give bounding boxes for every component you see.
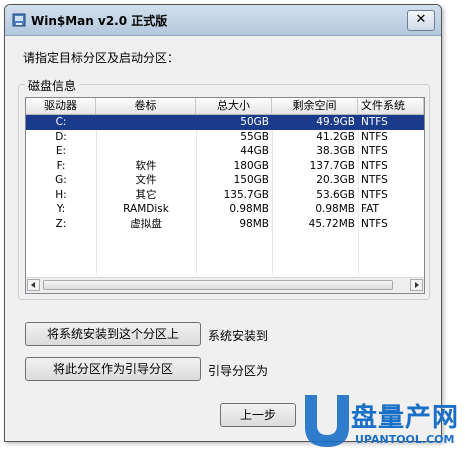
cell-filesystem: NTFS: [361, 188, 388, 201]
cell-drive: G:: [55, 174, 67, 186]
scroll-left-button[interactable]: [27, 279, 40, 291]
main-window: Win$Man v2.0 正式版 ✕ 请指定目标分区及启动分区： 磁盘信息 驱动…: [4, 4, 442, 442]
cell-filesystem: FAT: [361, 203, 379, 215]
cell-filesystem: NTFS: [361, 130, 388, 143]
cell-label: RAMDisk: [123, 203, 169, 215]
cell-total: 44GB: [240, 145, 269, 157]
cell-total: 0.98MB: [229, 203, 269, 215]
column-header-label[interactable]: 卷标: [96, 98, 196, 114]
table-row[interactable]: D: 55GB 41.2GB NTFS: [26, 130, 424, 145]
watermark-brand: 盘量产网: [351, 403, 460, 433]
cell-filesystem: NTFS: [361, 174, 388, 186]
scroll-thumb[interactable]: [43, 280, 393, 290]
title-bar[interactable]: Win$Man v2.0 正式版 ✕: [5, 5, 441, 36]
cell-label: [96, 130, 196, 145]
table-row[interactable]: C: 50GB 49.9GB NTFS: [26, 115, 424, 130]
instruction-text: 请指定目标分区及启动分区：: [23, 51, 180, 65]
column-header-free[interactable]: 剩余空间: [272, 98, 358, 114]
arrow-right-icon: [415, 282, 419, 288]
list-rows: C: 50GB 49.9GB NTFS D: 55GB 41.2GB NTFS …: [26, 115, 424, 231]
cell-label: 文件: [135, 174, 157, 186]
cell-free: 41.2GB: [316, 130, 355, 143]
horizontal-scrollbar[interactable]: [26, 277, 424, 293]
app-icon: [12, 13, 26, 27]
table-row[interactable]: Y: RAMDisk 0.98MB 0.98MB FAT: [26, 202, 424, 217]
cell-free: 137.7GB: [309, 159, 355, 172]
install-target-label: 系统安装到: [208, 329, 269, 343]
cell-drive: Z:: [55, 217, 67, 230]
close-button[interactable]: ✕: [407, 10, 435, 31]
cell-drive: Y:: [56, 203, 66, 215]
arrow-left-icon: [31, 282, 35, 288]
cell-label: 虚拟盘: [130, 217, 162, 230]
cell-total: 98MB: [239, 217, 269, 230]
scroll-right-button[interactable]: [410, 279, 423, 291]
cell-total: 55GB: [240, 130, 269, 143]
cell-filesystem: NTFS: [361, 159, 388, 172]
cell-label: 其它: [135, 188, 157, 201]
cell-drive: F:: [56, 159, 66, 172]
set-boot-partition-button[interactable]: 将此分区作为引导分区: [25, 357, 201, 381]
cell-total: 50GB: [240, 116, 269, 128]
back-button[interactable]: 上一步: [220, 403, 296, 427]
cell-free: 20.3GB: [316, 174, 355, 186]
cell-filesystem: NTFS: [361, 145, 388, 157]
partition-list[interactable]: 驱动器 卷标 总大小 剩余空间 文件系统 C: 50GB 49.9GB NTFS: [25, 97, 425, 294]
table-row[interactable]: F: 软件 180GB 137.7GB NTFS: [26, 159, 424, 174]
cell-drive: C:: [55, 116, 67, 128]
cell-free: 38.3GB: [316, 145, 355, 157]
cell-label: 软件: [135, 159, 157, 172]
table-row[interactable]: G: 文件 150GB 20.3GB NTFS: [26, 173, 424, 188]
install-to-partition-button[interactable]: 将系统安装到这个分区上: [25, 322, 201, 346]
boot-target-label: 引导分区为: [208, 364, 269, 378]
cell-filesystem: NTFS: [361, 217, 388, 230]
cell-label: [96, 144, 196, 159]
table-row[interactable]: H: 其它 135.7GB 53.6GB NTFS: [26, 188, 424, 203]
watermark-url: UPANTOOL.COM: [355, 433, 455, 446]
cell-total: 135.7GB: [223, 188, 269, 201]
dialog-body: 请指定目标分区及启动分区： 磁盘信息 驱动器 卷标 总大小 剩余空间 文件系统 …: [5, 36, 441, 441]
cell-free: 0.98MB: [315, 203, 355, 215]
cell-free: 45.72MB: [308, 217, 355, 230]
cell-free: 53.6GB: [316, 188, 355, 201]
group-label: 磁盘信息: [25, 77, 80, 94]
cell-drive: E:: [55, 145, 67, 157]
cell-total: 180GB: [233, 159, 269, 172]
table-row[interactable]: Z: 虚拟盘 98MB 45.72MB NTFS: [26, 217, 424, 232]
column-header-filesystem[interactable]: 文件系统: [358, 98, 424, 114]
cell-total: 150GB: [233, 174, 269, 186]
column-header-total[interactable]: 总大小: [196, 98, 272, 114]
cell-filesystem: NTFS: [361, 116, 388, 128]
cell-label: [96, 115, 196, 130]
cell-drive: H:: [55, 188, 67, 201]
cell-free: 49.9GB: [316, 116, 355, 128]
window-title: Win$Man v2.0 正式版: [31, 14, 168, 28]
list-header: 驱动器 卷标 总大小 剩余空间 文件系统: [26, 98, 424, 115]
cell-drive: D:: [55, 130, 67, 143]
close-icon: ✕: [415, 12, 427, 27]
column-header-drive[interactable]: 驱动器: [26, 98, 96, 114]
table-row[interactable]: E: 44GB 38.3GB NTFS: [26, 144, 424, 159]
site-watermark: 盘量产网 UPANTOOL.COM: [297, 389, 465, 453]
